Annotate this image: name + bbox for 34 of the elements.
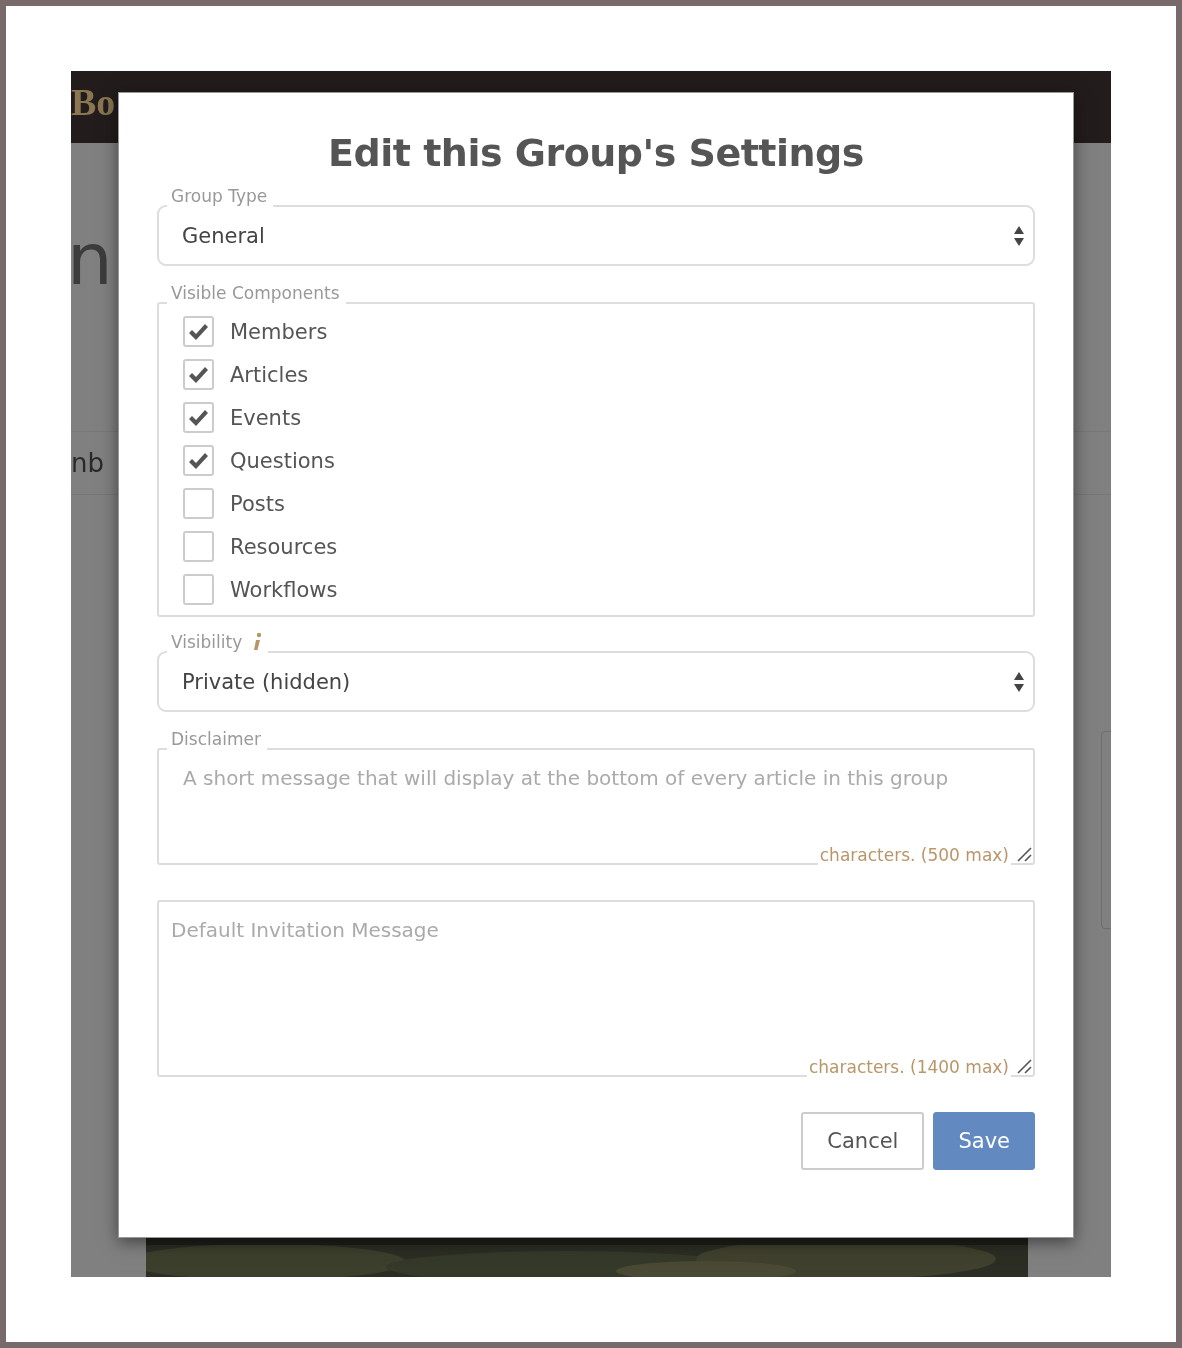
checkbox-label[interactable]: Members [230,319,328,344]
checkbox[interactable] [183,402,214,433]
checkbox-label[interactable]: Resources [230,534,338,559]
group-type-select[interactable]: General [157,205,1035,266]
resize-handle-icon[interactable] [1015,845,1033,863]
checkmark-icon [188,322,209,341]
checkbox[interactable] [183,531,214,562]
checkbox[interactable] [183,359,214,390]
checkbox-label[interactable]: Articles [230,362,309,387]
resize-handle-icon[interactable] [1015,1057,1033,1075]
save-button[interactable]: Save [933,1112,1035,1170]
brand-text: Bo [71,80,116,124]
checkmark-icon [188,408,209,427]
character-counter: characters. (1400 max) [806,1056,1011,1078]
dialog-title: Edit this Group's Settings [327,131,865,175]
tab-text: nb [71,448,104,478]
character-counter: characters. (500 max) [817,844,1011,866]
checkbox[interactable] [183,488,214,519]
checkmark-icon [188,365,209,384]
select-arrows-icon [1013,670,1025,693]
checkbox[interactable] [183,445,214,476]
checkbox[interactable] [183,574,214,605]
cancel-button[interactable]: Cancel [801,1112,925,1170]
checkbox-label[interactable]: Posts [230,491,285,516]
checkmark-icon [188,451,209,470]
checkbox-label[interactable]: Questions [230,448,335,473]
info-icon[interactable] [252,632,263,652]
checkbox-label[interactable]: Workflows [230,577,338,602]
checkbox[interactable] [183,316,214,347]
visibility-select[interactable]: Private (hidden) [157,651,1035,712]
checkbox-label[interactable]: Events [230,405,302,430]
visibility-label: Visibility [171,632,243,652]
select-arrows-icon [1013,224,1025,247]
page-heading: n [71,223,113,295]
